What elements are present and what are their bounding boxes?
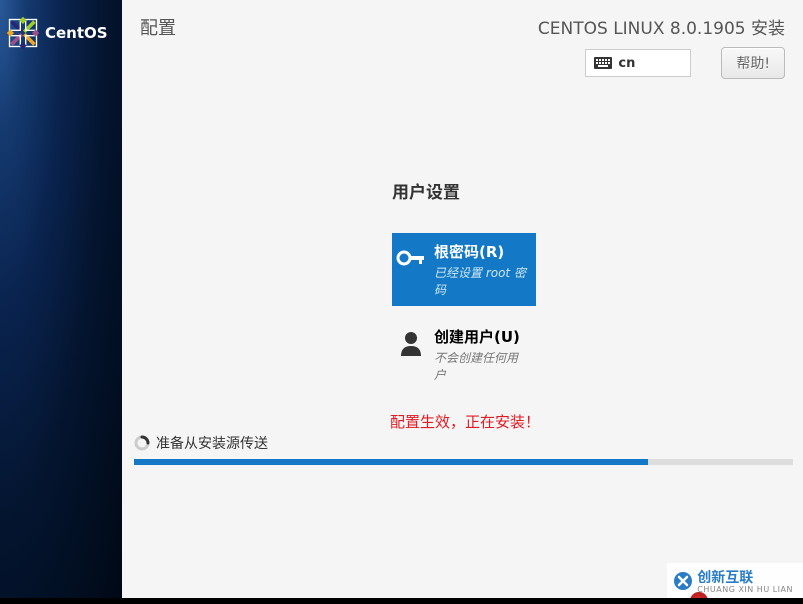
help-button[interactable]: 帮助! xyxy=(721,47,785,79)
root-password-item[interactable]: 根密码(R) 已经设置 root 密码 xyxy=(392,233,536,306)
root-password-texts: 根密码(R) 已经设置 root 密码 xyxy=(434,241,526,298)
page-title: 配置 xyxy=(140,14,176,79)
progress-label-row: 准备从安装源传送 xyxy=(134,433,793,453)
create-user-texts: 创建用户(U) 不会创建任何用户 xyxy=(434,326,526,383)
watermark-text-block: 创新互联 CHUANG XIN HU LIAN xyxy=(697,567,793,594)
root-password-title: 根密码(R) xyxy=(434,241,526,262)
spinner-icon xyxy=(134,435,150,451)
sidebar: CentOS xyxy=(0,0,122,604)
watermark-text: 创新互联 xyxy=(697,570,753,586)
header-controls: cn 帮助! xyxy=(538,47,785,79)
bottom-band xyxy=(0,598,803,604)
keyboard-icon xyxy=(594,56,612,70)
user-settings-section: 用户设置 根密码(R) 已经设置 root 密码 创建用户(U) 不会创建任何用… xyxy=(392,178,536,403)
keyboard-layout-code: cn xyxy=(618,56,635,71)
keyboard-layout-selector[interactable]: cn xyxy=(585,49,691,77)
create-user-title: 创建用户(U) xyxy=(434,326,526,347)
main-content: 配置 CENTOS LINUX 8.0.1905 安装 xyxy=(122,0,803,604)
installer-title: CENTOS LINUX 8.0.1905 安装 xyxy=(538,14,785,39)
progress-label: 准备从安装源传送 xyxy=(156,433,268,453)
header: 配置 CENTOS LINUX 8.0.1905 安装 xyxy=(122,0,803,79)
centos-logo-icon xyxy=(5,15,41,51)
watermark-icon xyxy=(673,571,693,591)
user-settings-heading: 用户设置 xyxy=(392,178,536,203)
progress-fill xyxy=(134,459,648,465)
brand-text: CentOS xyxy=(45,24,108,42)
brand: CentOS xyxy=(0,0,122,51)
status-message: 配置生效，正在安装！ xyxy=(390,411,540,432)
key-icon xyxy=(396,243,426,273)
header-right: CENTOS LINUX 8.0.1905 安装 xyxy=(538,14,785,79)
user-icon xyxy=(396,328,426,358)
progress-bar xyxy=(134,459,793,465)
watermark: 创新互联 CHUANG XIN HU LIAN xyxy=(667,563,803,598)
create-user-desc: 不会创建任何用户 xyxy=(434,349,526,383)
progress-area: 准备从安装源传送 xyxy=(134,433,793,465)
create-user-item[interactable]: 创建用户(U) 不会创建任何用户 xyxy=(392,318,536,391)
watermark-subtext: CHUANG XIN HU LIAN xyxy=(697,585,793,594)
root-password-desc: 已经设置 root 密码 xyxy=(434,264,526,298)
